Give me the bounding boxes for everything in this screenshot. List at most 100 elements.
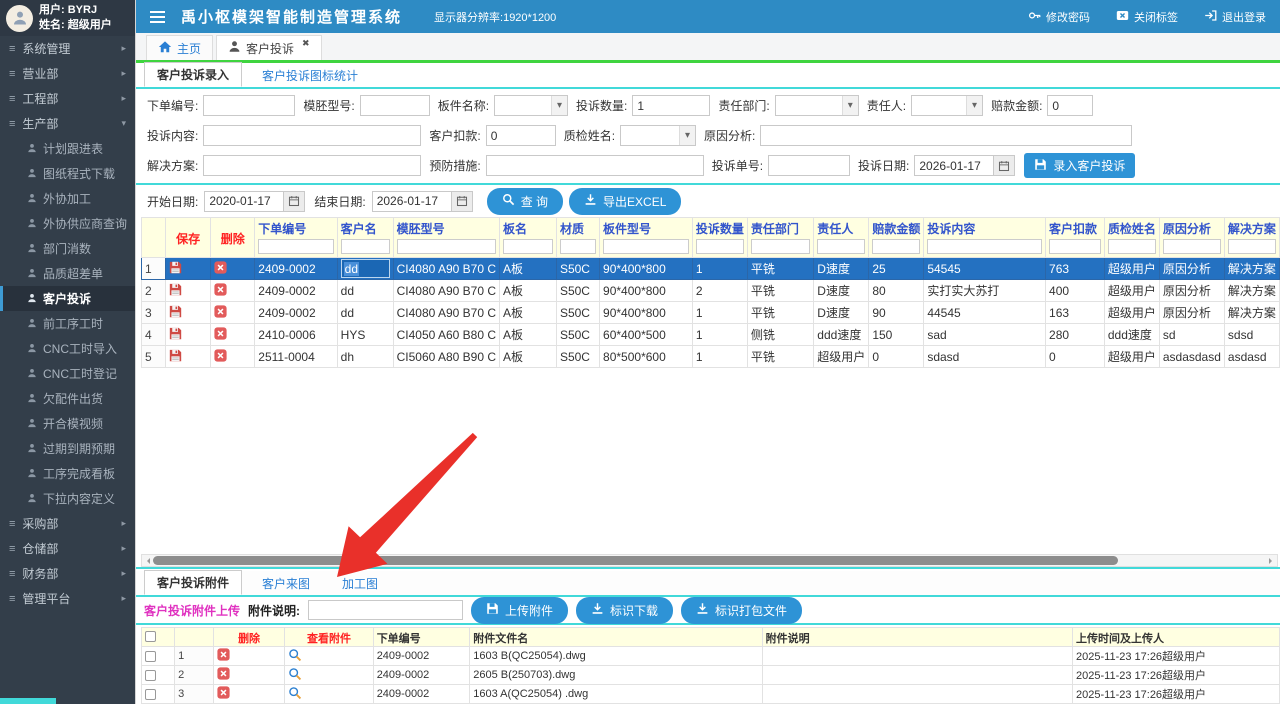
menu-toggle-icon[interactable]: [150, 11, 165, 23]
calendar-icon[interactable]: [284, 191, 305, 212]
column-filter-input[interactable]: [1163, 239, 1221, 254]
save-row-button[interactable]: [165, 280, 210, 302]
table-cell[interactable]: 解决方案: [1224, 302, 1279, 324]
table-cell[interactable]: A板: [500, 258, 557, 280]
table-cell[interactable]: 2409-0002: [255, 302, 337, 324]
tab-customer-drawings[interactable]: 客户来图: [250, 572, 322, 595]
column-filter-input[interactable]: [258, 239, 333, 254]
table-cell[interactable]: A板: [500, 280, 557, 302]
sidebar-item[interactable]: 下拉内容定义: [0, 486, 135, 511]
attachment-row[interactable]: 12409-00021603 B(QC25054).dwg2025-11-23 …: [142, 647, 1280, 666]
compensation-input[interactable]: [1047, 95, 1093, 116]
scroll-right-arrow-icon[interactable]: [1269, 558, 1275, 564]
resp-person-select[interactable]: [911, 95, 983, 116]
save-row-button[interactable]: [165, 258, 210, 280]
sidebar-group[interactable]: ≡工程部▸: [0, 86, 135, 111]
sidebar-item[interactable]: 外协供应商查询: [0, 211, 135, 236]
table-cell[interactable]: D速度: [814, 280, 869, 302]
table-cell[interactable]: 平铣: [747, 280, 813, 302]
table-cell[interactable]: 原因分析: [1159, 280, 1224, 302]
logout-button[interactable]: 退出登录: [1204, 9, 1266, 25]
sidebar-item[interactable]: 前工序工时: [0, 311, 135, 336]
sidebar-group[interactable]: ≡财务部▸: [0, 561, 135, 586]
table-cell[interactable]: CI4080 A90 B70 C: [393, 302, 499, 324]
table-cell[interactable]: 实打实大苏打: [924, 280, 1046, 302]
delete-row-button[interactable]: [211, 280, 255, 302]
sidebar-group[interactable]: ≡采购部▸: [0, 511, 135, 536]
start-date-input[interactable]: [204, 191, 284, 212]
table-cell[interactable]: 2409-0002: [255, 280, 337, 302]
table-cell[interactable]: 80*500*600: [600, 346, 693, 368]
table-cell[interactable]: 280: [1046, 324, 1105, 346]
table-cell[interactable]: 0: [869, 346, 924, 368]
sidebar-item[interactable]: 欠配件出货: [0, 386, 135, 411]
plate-name-select[interactable]: [494, 95, 568, 116]
table-cell[interactable]: 超级用户: [814, 346, 869, 368]
table-cell[interactable]: 1: [692, 346, 747, 368]
calendar-icon[interactable]: [452, 191, 473, 212]
horizontal-scrollbar[interactable]: [141, 554, 1278, 567]
table-cell[interactable]: A板: [500, 302, 557, 324]
close-icon[interactable]: ✖: [302, 38, 310, 49]
table-cell[interactable]: 超级用户: [1104, 346, 1159, 368]
table-cell[interactable]: 400: [1046, 280, 1105, 302]
qc-name-select[interactable]: [620, 125, 696, 146]
table-cell[interactable]: sdasd: [924, 346, 1046, 368]
submit-complaint-button[interactable]: 录入客户投诉: [1024, 153, 1135, 178]
column-filter-input[interactable]: [1228, 239, 1276, 254]
table-cell[interactable]: 44545: [924, 302, 1046, 324]
view-attachment-button[interactable]: [285, 666, 373, 685]
delete-row-button[interactable]: [211, 258, 255, 280]
table-cell[interactable]: 2: [692, 280, 747, 302]
save-row-button[interactable]: [165, 346, 210, 368]
table-cell[interactable]: A板: [500, 324, 557, 346]
table-row[interactable]: 52511-0004dhCI5060 A80 B90 CA板S50C80*500…: [142, 346, 1280, 368]
sidebar-item[interactable]: 工序完成看板: [0, 461, 135, 486]
complaint-content-input[interactable]: [203, 125, 421, 146]
table-cell[interactable]: 0: [1046, 346, 1105, 368]
table-cell[interactable]: 163: [1046, 302, 1105, 324]
solution-input[interactable]: [203, 155, 421, 176]
tab-home[interactable]: 主页: [146, 35, 213, 60]
tab-complaint-attachments[interactable]: 客户投诉附件: [144, 570, 242, 595]
table-cell[interactable]: 解决方案: [1224, 258, 1279, 280]
table-cell[interactable]: 2410-0006: [255, 324, 337, 346]
table-cell[interactable]: S50C: [556, 324, 599, 346]
table-cell[interactable]: dd: [337, 302, 393, 324]
table-cell[interactable]: asdasdasd: [1159, 346, 1224, 368]
table-row[interactable]: 42410-0006HYSCI4050 A60 B80 CA板S50C60*40…: [142, 324, 1280, 346]
table-cell[interactable]: 90*400*800: [600, 280, 693, 302]
table-cell[interactable]: dd: [337, 280, 393, 302]
delete-row-button[interactable]: [211, 302, 255, 324]
select-all-checkbox[interactable]: [142, 628, 175, 647]
sidebar-group[interactable]: ≡仓储部▸: [0, 536, 135, 561]
table-cell[interactable]: 90: [869, 302, 924, 324]
customer-deduction-input[interactable]: [486, 125, 556, 146]
column-filter-input[interactable]: [503, 239, 553, 254]
table-cell[interactable]: CI4080 A90 B70 C: [393, 280, 499, 302]
close-tabs-button[interactable]: 关闭标签: [1116, 9, 1178, 25]
table-cell[interactable]: CI4050 A60 B80 C: [393, 324, 499, 346]
view-attachment-button[interactable]: [285, 647, 373, 666]
table-cell[interactable]: 90*400*800: [600, 258, 693, 280]
sidebar-item-customer-complaint[interactable]: 客户投诉: [0, 286, 135, 311]
table-cell[interactable]: S50C: [556, 258, 599, 280]
table-cell[interactable]: ddd速度: [1104, 324, 1159, 346]
sidebar-item[interactable]: 计划跟进表: [0, 136, 135, 161]
scroll-left-arrow-icon[interactable]: [144, 558, 150, 564]
delete-attachment-button[interactable]: [213, 685, 285, 704]
column-filter-input[interactable]: [603, 239, 689, 254]
table-cell[interactable]: sad: [924, 324, 1046, 346]
table-cell[interactable]: 25: [869, 258, 924, 280]
table-cell[interactable]: CI5060 A80 B90 C: [393, 346, 499, 368]
sidebar-item[interactable]: CNC工时导入: [0, 336, 135, 361]
complaint-qty-input[interactable]: [632, 95, 710, 116]
table-cell[interactable]: 超级用户: [1104, 302, 1159, 324]
sidebar-group[interactable]: ≡生产部▾: [0, 111, 135, 136]
change-password-button[interactable]: 修改密码: [1028, 9, 1090, 25]
table-cell[interactable]: 2511-0004: [255, 346, 337, 368]
table-cell[interactable]: 平铣: [747, 302, 813, 324]
tab-process-drawings[interactable]: 加工图: [330, 572, 390, 595]
resp-dept-select[interactable]: [775, 95, 859, 116]
column-filter-input[interactable]: [560, 239, 596, 254]
